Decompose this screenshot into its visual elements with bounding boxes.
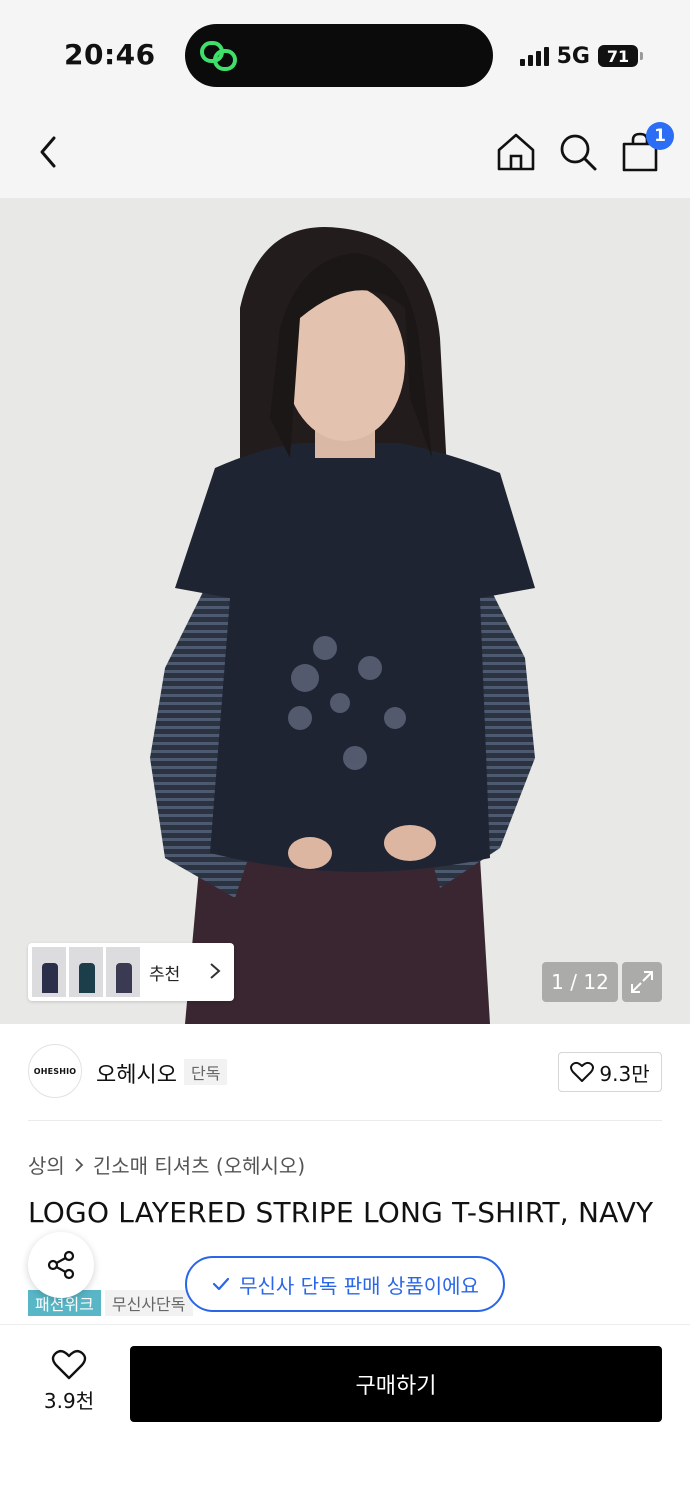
exclusive-tag: 단독 <box>184 1059 228 1085</box>
breadcrumb-subcategory[interactable]: 긴소매 티셔츠 (오헤시오) <box>93 1150 305 1179</box>
product-image-gallery[interactable]: 추천 1 / 12 <box>0 198 690 1024</box>
image-counter: 1 / 12 <box>542 962 618 1002</box>
battery-level: 71 <box>606 46 630 66</box>
recommend-thumbnail <box>32 947 66 997</box>
toast-message: 무신사 단독 판매 상품이에요 <box>239 1273 479 1298</box>
breadcrumb: 상의 긴소매 티셔츠 (오헤시오) <box>28 1150 305 1179</box>
recommend-card[interactable]: 추천 <box>28 943 234 1001</box>
battery-icon: 71 <box>598 45 643 67</box>
wishlist-button[interactable]: 3.9천 <box>34 1349 104 1419</box>
status-time: 20:46 <box>64 38 156 71</box>
back-arrow-icon[interactable] <box>28 130 72 174</box>
brand-logo[interactable]: OHESHIO <box>28 1044 82 1098</box>
status-bar: 20:46 5G 71 <box>0 0 690 110</box>
expand-button[interactable] <box>622 962 662 1002</box>
check-icon <box>212 1277 230 1291</box>
recommend-label: 추천 <box>149 964 181 985</box>
product-title: LOGO LAYERED STRIPE LONG T-SHIRT, NAVY <box>28 1196 654 1229</box>
heart-icon <box>570 1061 595 1082</box>
exclusive-toast: 무신사 단독 판매 상품이에요 <box>185 1256 505 1312</box>
bottom-bar: 3.9천 구매하기 <box>0 1324 690 1500</box>
brand-like-count: 9.3만 <box>599 1061 650 1086</box>
brand-like-button[interactable]: 9.3만 <box>558 1052 662 1092</box>
breadcrumb-category[interactable]: 상의 <box>28 1150 65 1179</box>
share-button[interactable] <box>28 1232 94 1298</box>
tag-musinsa-exclusive: 무신사단독 <box>104 1290 193 1316</box>
chevron-right-icon <box>75 1157 84 1172</box>
buy-button[interactable]: 구매하기 <box>130 1346 662 1422</box>
chevron-right-icon <box>210 963 221 979</box>
recommend-thumbnail <box>69 947 103 997</box>
app-header: 1 <box>0 110 690 198</box>
share-icon <box>47 1250 75 1280</box>
cart-button[interactable]: 1 <box>618 122 674 174</box>
link-app-icon <box>200 41 237 71</box>
cart-count-badge: 1 <box>646 122 674 150</box>
network-type: 5G <box>556 43 590 69</box>
recommend-thumbnail <box>106 947 140 997</box>
brand-row[interactable]: OHESHIO 오헤시오 단독 9.3만 <box>28 1044 662 1100</box>
home-icon[interactable] <box>494 130 538 174</box>
expand-icon <box>631 971 653 993</box>
search-icon[interactable] <box>556 130 600 174</box>
signal-icon <box>519 46 549 66</box>
status-indicators: 5G 71 <box>519 40 643 72</box>
brand-name[interactable]: 오헤시오 <box>96 1057 177 1089</box>
dynamic-island <box>185 24 493 87</box>
heart-icon <box>51 1349 87 1380</box>
product-photo <box>0 198 690 1024</box>
divider <box>28 1120 662 1121</box>
wishlist-count: 3.9천 <box>43 1389 95 1413</box>
